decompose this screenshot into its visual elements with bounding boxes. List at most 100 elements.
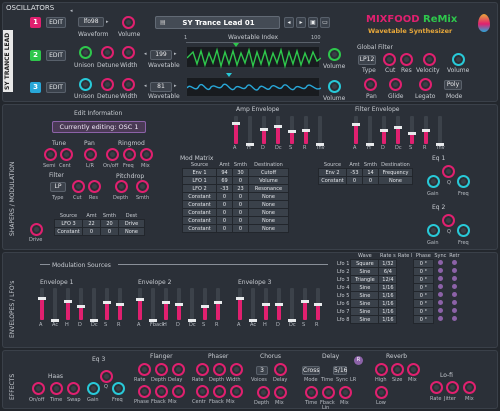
filtEnv-slider[interactable] [422,116,430,144]
voice-mode-select[interactable]: Poly [444,80,462,90]
osc2-unison-knob[interactable] [79,46,92,59]
legato-knob[interactable] [419,78,432,91]
osc1-waveform-next-icon[interactable]: ▸ [106,19,109,25]
osc2-edit-button[interactable]: EDIT [46,50,66,61]
fxPhaser-knob[interactable] [230,385,243,398]
lfo-wave[interactable]: Triangle [350,275,380,284]
env2-slider[interactable] [214,288,222,320]
env1-slider[interactable] [64,288,72,320]
preset-selector[interactable]: ▤ SY Trance Lead 01 [155,16,280,29]
lfo-rate-s[interactable]: 6/4 [378,267,398,276]
lfo-sync[interactable] [433,276,447,284]
mod-matrix-cell[interactable]: 0 [216,216,233,225]
global-filter-res-knob[interactable] [400,53,413,66]
filtEnv-slider-thumb[interactable] [394,126,402,129]
fxFlanger-knob[interactable] [172,385,185,398]
fxFlanger-knob[interactable] [138,363,151,376]
osc2-wavetable-select[interactable]: 199 [150,50,172,60]
env1-slider-thumb[interactable] [38,297,46,300]
ampEnv-slider-thumb[interactable] [302,129,310,132]
folder-icon[interactable]: ▭ [320,17,330,28]
lfo-sync-indicator[interactable] [438,300,444,305]
fxFlanger-knob[interactable] [155,363,168,376]
eq1-freq-knob[interactable] [457,175,470,188]
mod-matrix-cell[interactable]: 23 [232,184,249,193]
filter-mod-amt[interactable]: -53 [346,168,363,177]
ampEnv-slider[interactable] [260,116,268,144]
osc3-unison-knob[interactable] [79,78,92,91]
lfo-sync[interactable] [433,292,447,300]
eq1-q-knob[interactable] [442,165,455,178]
mod-matrix-cell[interactable]: 30 [232,168,249,177]
lfo-wave[interactable]: Sine [350,315,380,324]
lfo-sync-indicator[interactable] [438,308,444,313]
lfo-sync-indicator[interactable] [438,276,444,281]
mod-matrix-cell[interactable]: Resonance [248,184,289,193]
env1-slider[interactable] [90,288,98,322]
lfo-rate-l[interactable] [397,276,413,284]
env3-slider-thumb[interactable] [275,303,283,306]
eq1-gain-knob[interactable] [427,175,440,188]
osc3-wavetable-next-icon[interactable]: ▸ [174,83,177,89]
osc3-wavetable-select[interactable]: 81 [150,82,172,92]
osc-filter-type-select[interactable]: LP [50,182,66,192]
velocity-knob[interactable] [423,53,436,66]
osc-mod-source[interactable]: Constant [54,227,83,236]
mod-matrix-cell[interactable]: Constant [182,216,217,225]
env2-slider-thumb[interactable] [201,305,209,308]
mod-matrix-cell[interactable]: LFO 2 [182,184,217,193]
lfo-retrigger-indicator[interactable] [451,268,457,273]
env2-slider[interactable] [162,288,170,320]
mod-matrix-cell[interactable]: Volume [248,176,289,185]
mod-matrix-cell[interactable]: 0 [232,208,249,217]
mod-matrix-cell[interactable]: 94 [216,168,233,177]
delay-mix-knob[interactable] [339,386,352,399]
osc-filter-cut-knob[interactable] [72,180,85,193]
mod-matrix-cell[interactable]: None [248,192,289,201]
osc1-waveform-prev-icon[interactable]: ◂ [70,8,73,14]
env1-slider[interactable] [103,288,111,320]
eq2-q-knob[interactable] [442,214,455,227]
tune-semi-knob[interactable] [44,148,57,161]
lfo-phase[interactable]: 0 ° [412,267,434,276]
filtEnv-slider-thumb[interactable] [408,132,416,135]
lfo-sync[interactable] [433,300,447,308]
delay-fback-knob[interactable] [322,386,335,399]
env2-slider-thumb[interactable] [175,303,183,306]
lfo-sync-indicator[interactable] [438,292,444,297]
lfo-phase[interactable]: 0 ° [412,259,434,268]
osc2-wavetable-next-icon[interactable]: ▸ [174,51,177,57]
osc-mod-dest[interactable]: Drive [118,219,145,228]
tune-cent-knob[interactable] [60,148,73,161]
reverb-size-knob[interactable] [391,363,404,376]
osc-filter-res-knob[interactable] [88,180,101,193]
lfo-rate-s[interactable]: 1/32 [378,259,398,268]
osc2-wavetable-prev-icon[interactable]: ◂ [144,51,147,57]
mod-matrix-cell[interactable]: 0 [216,208,233,217]
lfo-rate-l[interactable] [397,284,413,292]
global-filter-cut-knob[interactable] [383,53,396,66]
env1-slider-thumb[interactable] [77,305,85,308]
pitchdrop-depth-knob[interactable] [115,180,128,193]
lfo-retrigger[interactable] [447,308,461,316]
next-preset-icon[interactable]: ▸ [296,17,306,28]
osc-mod-dest[interactable]: None [118,227,145,236]
ampEnv-slider[interactable] [316,116,324,146]
osc3-edit-button[interactable]: EDIT [46,82,66,93]
filter-mod-source[interactable]: Constant [318,176,347,185]
ampEnv-slider-thumb[interactable] [260,128,268,131]
lfo-rate-l[interactable] [397,300,413,308]
lfo-wave[interactable]: Sine [350,291,380,300]
lfo-rate-l[interactable] [397,268,413,276]
lfo-rate-l[interactable] [397,308,413,316]
lfo-phase[interactable]: 0 ° [412,283,434,292]
ampEnv-slider[interactable] [288,116,296,144]
env1-slider-thumb[interactable] [103,301,111,304]
filtEnv-slider[interactable] [352,116,360,144]
mod-matrix-cell[interactable]: Constant [182,208,217,217]
env3-slider[interactable] [314,288,322,320]
mod-matrix-cell[interactable]: 0 [232,216,249,225]
lfo-retrigger[interactable] [447,292,461,300]
ringmod-freq-knob[interactable] [123,148,136,161]
osc-mod-smth[interactable]: 0 [100,227,119,236]
